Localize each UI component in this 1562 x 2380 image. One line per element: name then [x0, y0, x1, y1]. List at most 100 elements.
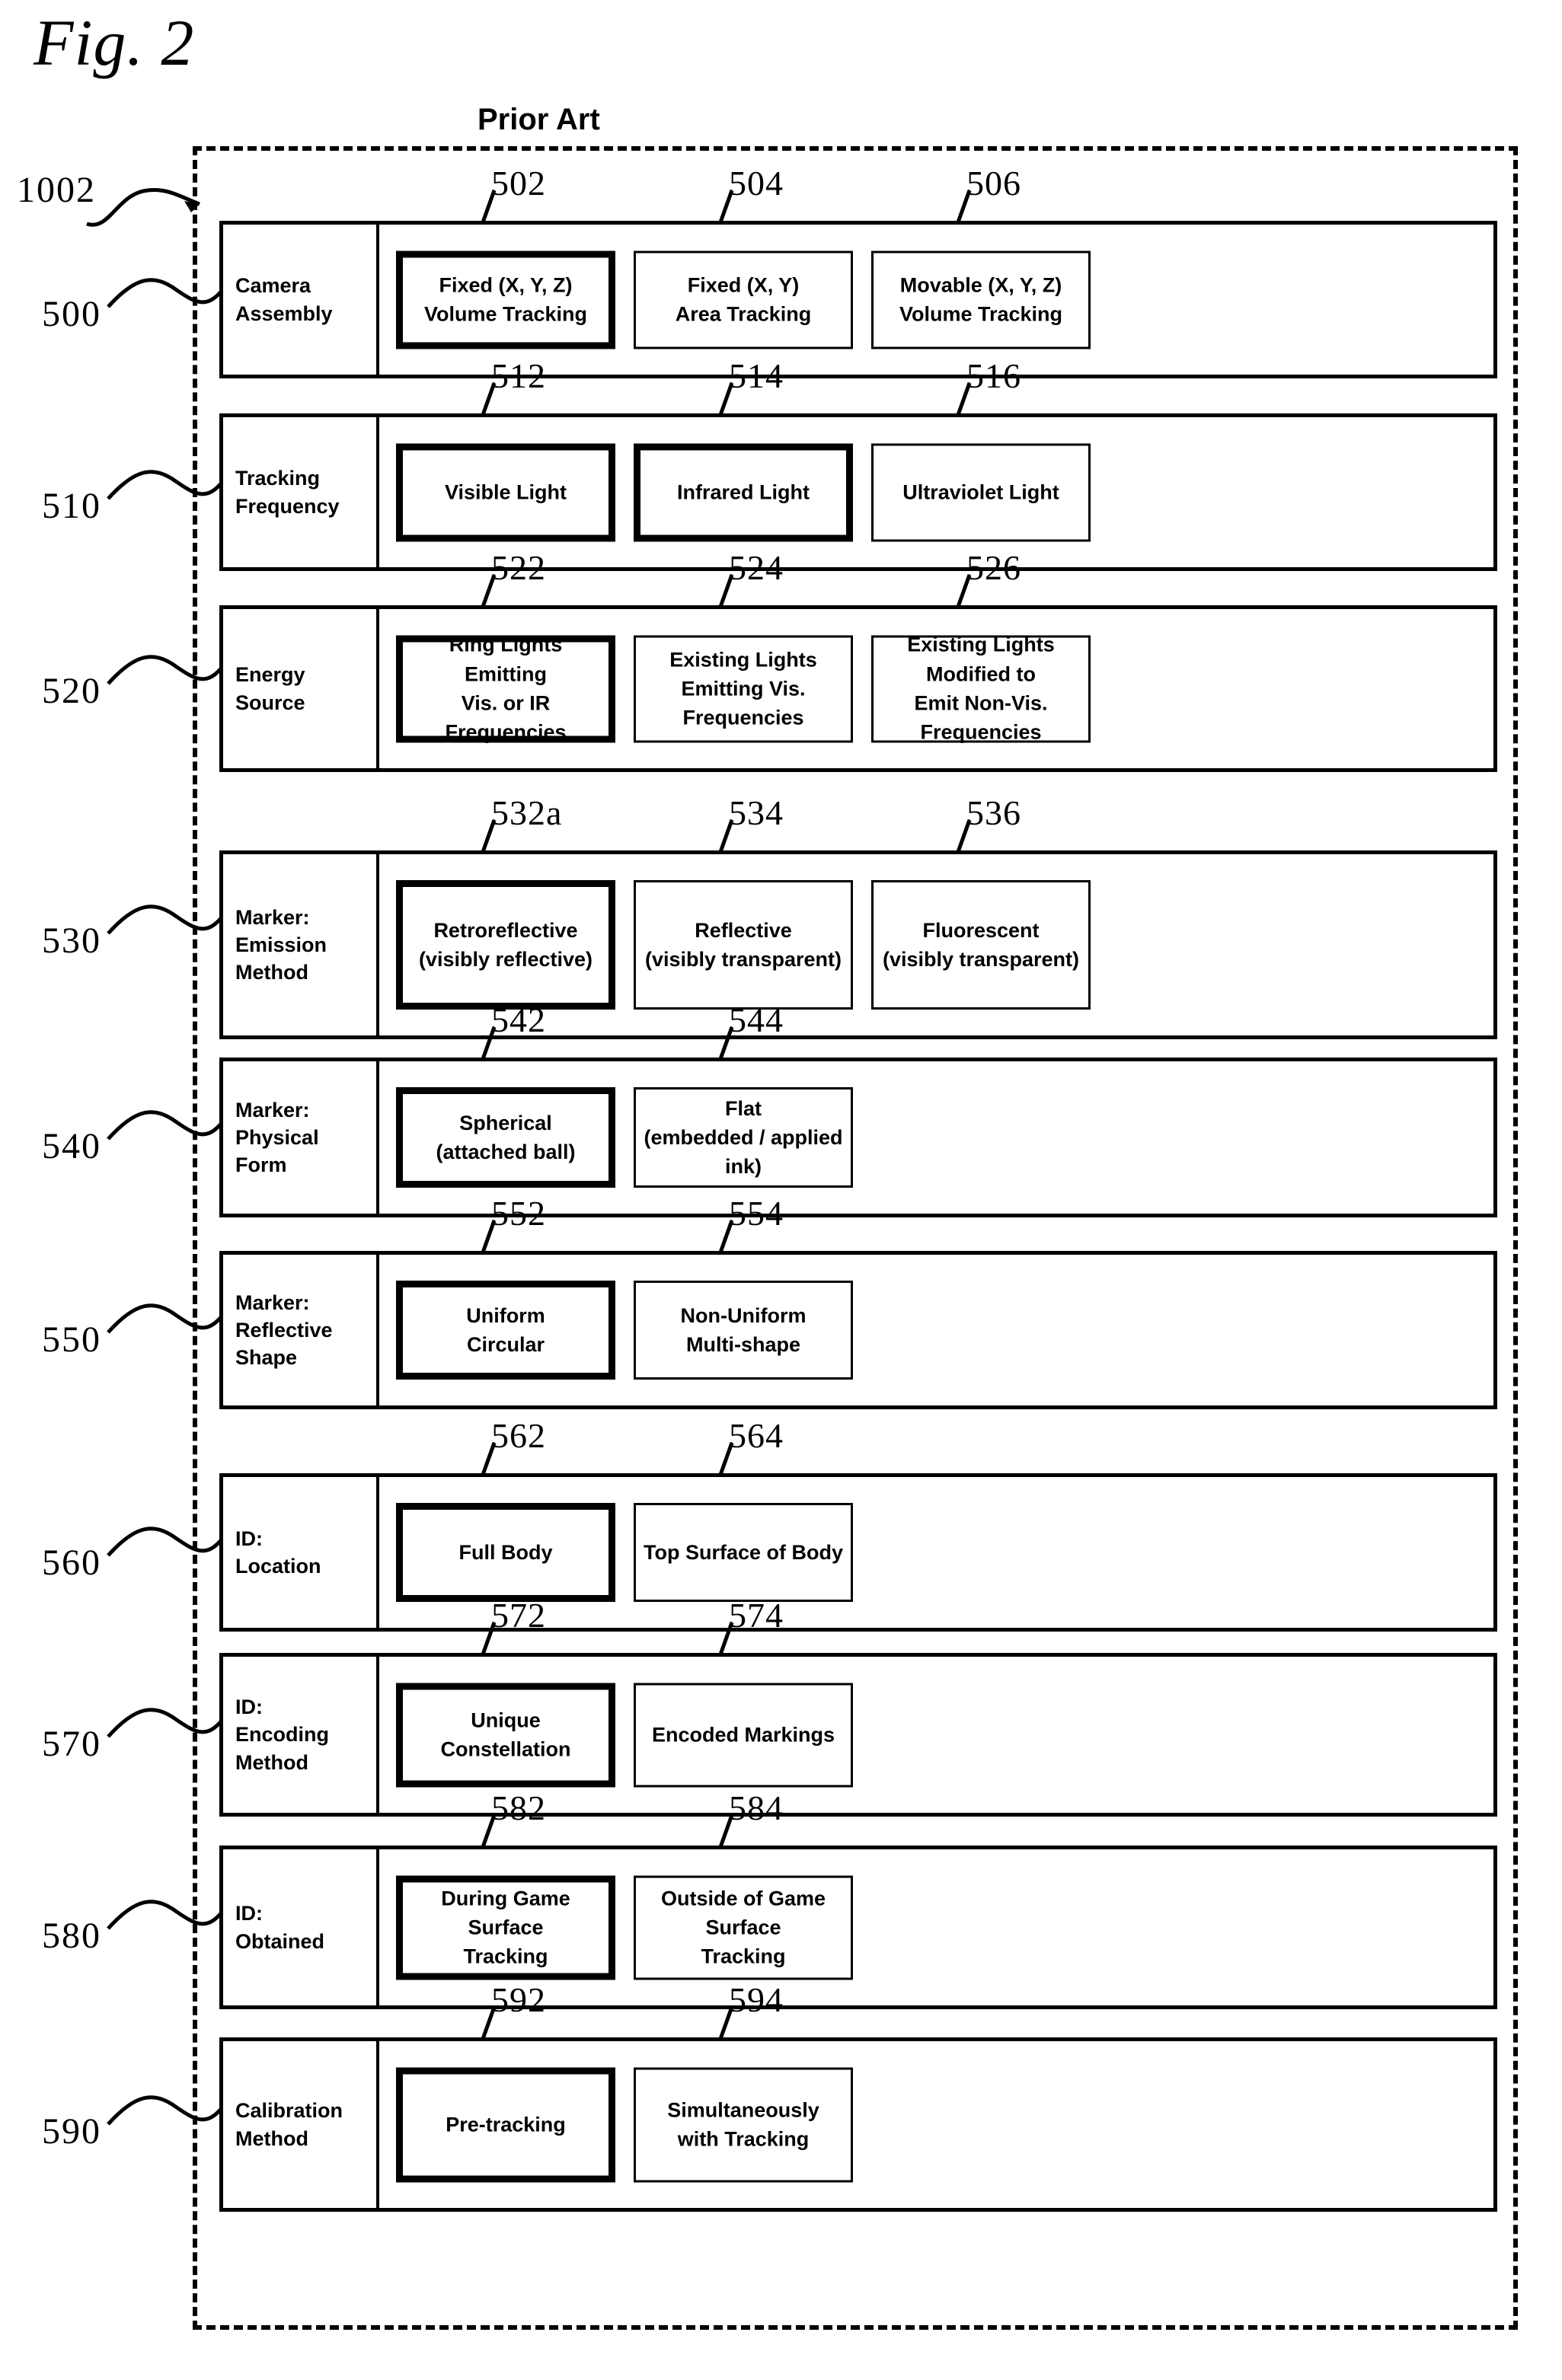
table-row: Calibration Method Pre-tracking Simultaneo… — [219, 2037, 1497, 2212]
option-label: Full Body — [458, 1540, 553, 1564]
option-box-516[interactable]: Ultraviolet Light — [871, 443, 1091, 541]
row-category-label: Camera Assembly — [223, 225, 379, 375]
table-row: ID: Obtained During Game Surface Tracking… — [219, 1846, 1497, 2009]
row-options: Fixed (X, Y, Z) Volume Tracking Fixed (X,… — [379, 225, 1493, 375]
row-reference-number-510: 510 — [42, 486, 101, 526]
option-box-582[interactable]: During Game Surface Tracking — [396, 1875, 615, 1980]
option-box-524[interactable]: Existing Lights Emitting Vis. Frequencie… — [634, 635, 853, 742]
option-reference-number-534: 534 — [729, 793, 784, 832]
option-label: Pre-tracking — [446, 2113, 566, 2136]
table-row: Tracking Frequency Visible Light Infrared … — [219, 413, 1497, 571]
option-box-542[interactable]: Spherical (attached ball) — [396, 1087, 615, 1188]
option-box-562[interactable]: Full Body — [396, 1503, 615, 1602]
row-options: Pre-tracking Simultaneously with Tracking — [379, 2041, 1493, 2208]
row-category-label: Tracking Frequency — [223, 417, 379, 567]
row-category-label: ID: Obtained — [223, 1849, 379, 2005]
option-box-512[interactable]: Visible Light — [396, 443, 615, 541]
row-reference-number-540: 540 — [42, 1126, 101, 1166]
option-box-594[interactable]: Simultaneously with Tracking — [634, 2067, 853, 2182]
row-category-label: Marker: Emission Method — [223, 854, 379, 1035]
table-row: Energy Source Ring Lights Emitting Vis. o… — [219, 605, 1497, 772]
option-reference-number-554: 554 — [729, 1194, 784, 1233]
option-label: Fixed (X, Y) Area Tracking — [675, 273, 812, 326]
option-box-584[interactable]: Outside of Game Surface Tracking — [634, 1875, 853, 1980]
table-row: Marker: Emission Method Retroreflective (… — [219, 850, 1497, 1039]
option-box-504[interactable]: Fixed (X, Y) Area Tracking — [634, 250, 853, 349]
enclosure-reference-number: 1002 — [17, 170, 96, 210]
option-box-574[interactable]: Encoded Markings — [634, 1683, 853, 1787]
row-options: Full Body Top Surface of Body — [379, 1477, 1493, 1628]
option-label: Unique Constellation — [440, 1708, 571, 1761]
row-category-label: Marker: Physical Form — [223, 1061, 379, 1214]
table-row: ID: Location Full Body Top Surface of Body — [219, 1473, 1497, 1632]
row-options: Spherical (attached ball) Flat (embedded … — [379, 1061, 1493, 1214]
option-box-506[interactable]: Movable (X, Y, Z) Volume Tracking — [871, 250, 1091, 349]
table-row: Camera Assembly Fixed (X, Y, Z) Volume Tr… — [219, 221, 1497, 378]
option-reference-number-574: 574 — [729, 1596, 784, 1635]
option-label: Ring Lights Emitting Vis. or IR Frequenc… — [445, 633, 567, 744]
option-label: Reflective (visibly transparent) — [644, 918, 842, 971]
option-box-554[interactable]: Non-Uniform Multi-shape — [634, 1281, 853, 1380]
option-box-522[interactable]: Ring Lights Emitting Vis. or IR Frequenc… — [396, 633, 615, 744]
row-reference-number-560: 560 — [42, 1543, 101, 1583]
option-label: Top Surface of Body — [643, 1540, 843, 1564]
option-label: Spherical (attached ball) — [436, 1111, 576, 1163]
option-box-564[interactable]: Top Surface of Body — [634, 1503, 853, 1602]
row-options: Retroreflective (visibly reflective) Refl… — [379, 854, 1493, 1035]
option-reference-number-584: 584 — [729, 1788, 784, 1827]
option-box-502[interactable]: Fixed (X, Y, Z) Volume Tracking — [396, 250, 615, 349]
row-reference-number-580: 580 — [42, 1916, 101, 1956]
option-label: Infrared Light — [677, 480, 810, 504]
option-label: During Game Surface Tracking — [441, 1887, 570, 1968]
option-label: Existing Lights Modified to Emit Non-Vis… — [907, 633, 1055, 744]
option-reference-number-532a: 532a — [491, 793, 563, 832]
option-label: Visible Light — [444, 480, 567, 504]
option-box-552[interactable]: Uniform Circular — [396, 1281, 615, 1380]
option-reference-number-544: 544 — [729, 1000, 784, 1039]
option-reference-number-542: 542 — [491, 1000, 546, 1039]
option-reference-number-564: 564 — [729, 1416, 784, 1455]
row-reference-number-530: 530 — [42, 920, 101, 961]
option-reference-number-592: 592 — [491, 1980, 546, 2019]
option-label: Existing Lights Emitting Vis. Frequencie… — [669, 648, 817, 729]
option-label: Retroreflective (visibly reflective) — [418, 918, 593, 971]
table-row: ID: Encoding Method Unique Constellation E… — [219, 1653, 1497, 1817]
option-box-526[interactable]: Existing Lights Modified to Emit Non-Vis… — [871, 633, 1091, 744]
row-options: During Game Surface Tracking Outside of G… — [379, 1849, 1493, 2005]
option-label: Encoded Markings — [651, 1723, 835, 1747]
row-reference-number-570: 570 — [42, 1724, 101, 1764]
row-category-label: ID: Encoding Method — [223, 1657, 379, 1813]
option-box-544[interactable]: Flat (embedded / applied ink) — [634, 1087, 853, 1188]
option-box-536[interactable]: Fluorescent (visibly transparent) — [871, 880, 1091, 1010]
row-reference-number-550: 550 — [42, 1319, 101, 1360]
option-label: Outside of Game Surface Tracking — [660, 1887, 826, 1968]
option-reference-number-524: 524 — [729, 548, 784, 587]
row-options: Uniform Circular Non-Uniform Multi-shape — [379, 1255, 1493, 1405]
option-label: Non-Uniform Multi-shape — [680, 1303, 807, 1356]
row-reference-number-500: 500 — [42, 294, 101, 334]
option-label: Movable (X, Y, Z) Volume Tracking — [899, 273, 1063, 326]
option-reference-number-526: 526 — [966, 548, 1021, 587]
option-box-532a[interactable]: Retroreflective (visibly reflective) — [396, 880, 615, 1010]
option-reference-number-502: 502 — [491, 164, 546, 203]
option-reference-number-506: 506 — [966, 164, 1021, 203]
option-box-592[interactable]: Pre-tracking — [396, 2067, 615, 2182]
row-reference-number-590: 590 — [42, 2111, 101, 2152]
option-label: Simultaneously with Tracking — [667, 2098, 819, 2151]
option-reference-number-552: 552 — [491, 1194, 546, 1233]
option-reference-number-512: 512 — [491, 356, 546, 395]
row-reference-number-520: 520 — [42, 671, 101, 711]
row-category-label: Energy Source — [223, 609, 379, 768]
option-reference-number-516: 516 — [966, 356, 1021, 395]
table-row: Marker: Reflective Shape Uniform Circular… — [219, 1251, 1497, 1409]
option-reference-number-536: 536 — [966, 793, 1021, 832]
prior-art-note: Prior Art — [478, 103, 600, 136]
row-category-label: ID: Location — [223, 1477, 379, 1628]
option-reference-number-582: 582 — [491, 1788, 546, 1827]
option-box-534[interactable]: Reflective (visibly transparent) — [634, 880, 853, 1010]
option-box-572[interactable]: Unique Constellation — [396, 1683, 615, 1787]
option-box-514[interactable]: Infrared Light — [634, 443, 853, 541]
option-label: Uniform Circular — [466, 1303, 545, 1356]
row-category-label: Calibration Method — [223, 2041, 379, 2208]
option-label: Flat (embedded / applied ink) — [644, 1096, 843, 1179]
